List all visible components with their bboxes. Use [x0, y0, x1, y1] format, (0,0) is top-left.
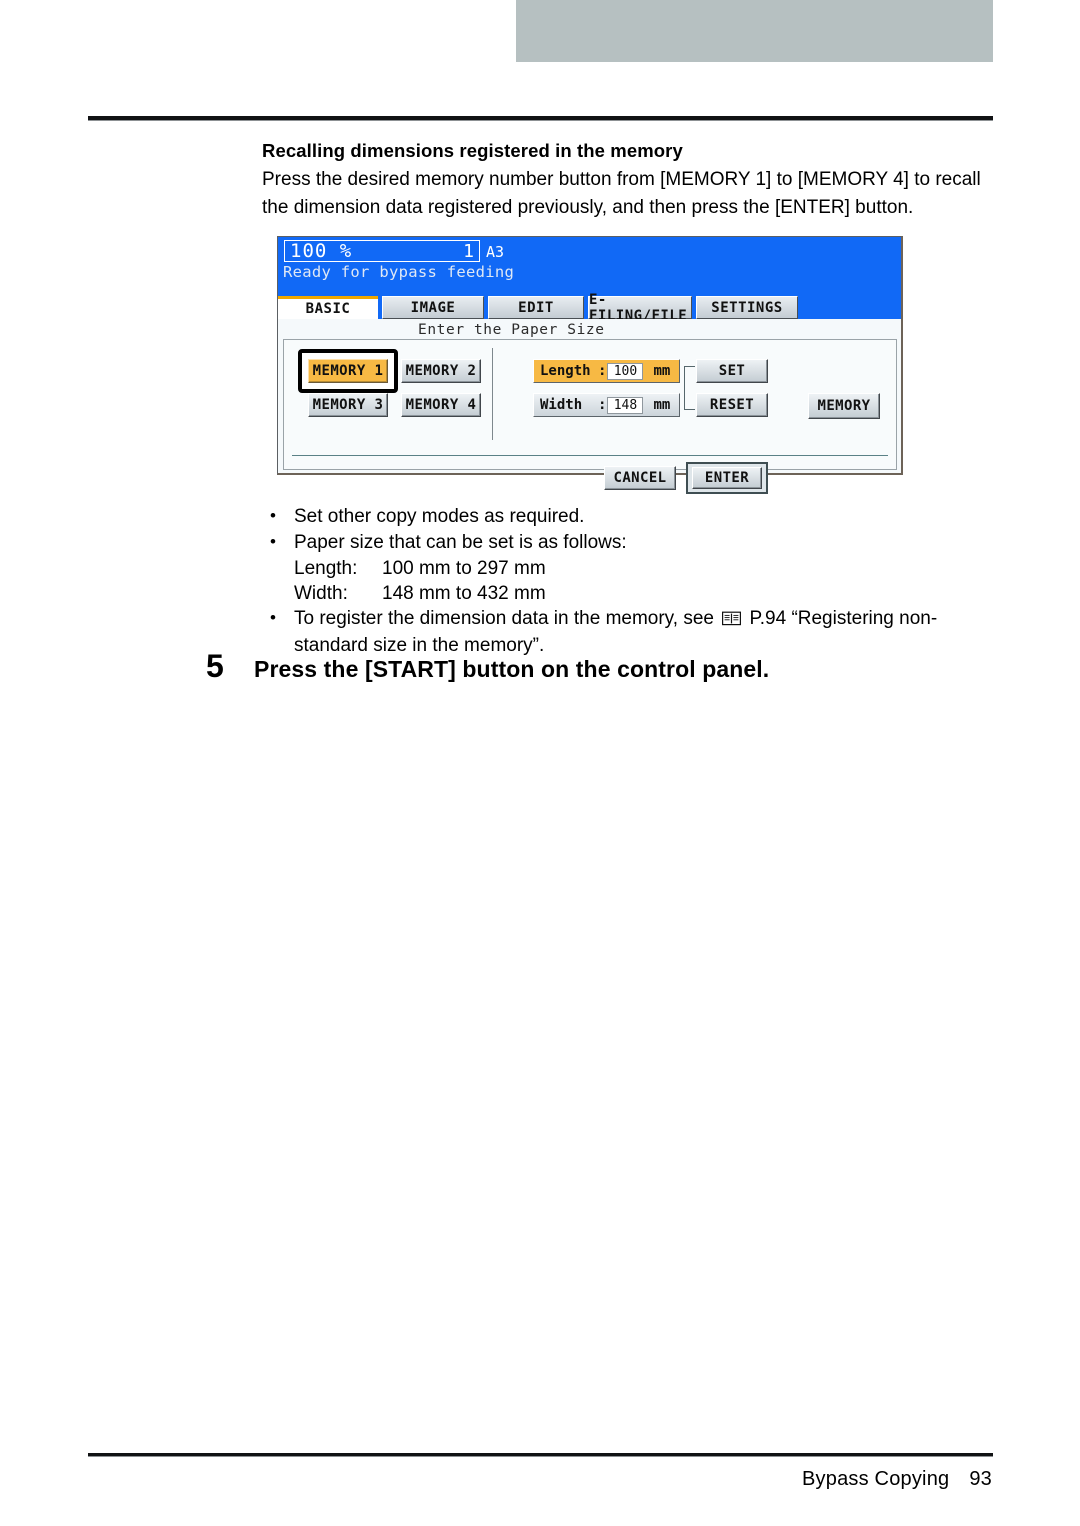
memory-1-button[interactable]: MEMORY 1	[308, 359, 388, 383]
width-colon: :	[598, 397, 607, 413]
length-value: 100	[607, 362, 644, 380]
tab-edit[interactable]: EDIT	[488, 296, 584, 319]
note-width-range-row: Width: 148 mm to 432 mm	[264, 581, 1004, 606]
step-5: 5 Press the [START] button on the contro…	[206, 648, 769, 685]
footer-section-label: Bypass Copying	[802, 1468, 950, 1490]
lcd-tab-bar: BASIC IMAGE EDIT E-FILING/FILE SETTINGS	[278, 292, 901, 324]
memory-2-button[interactable]: MEMORY 2	[401, 359, 481, 383]
note-cross-ref-before: To register the dimension data in the me…	[294, 608, 714, 629]
memory-store-button[interactable]: MEMORY	[808, 393, 880, 419]
paper-size-indicator: A3	[486, 243, 505, 261]
memory-4-button[interactable]: MEMORY 4	[401, 393, 481, 417]
length-label: Length	[540, 363, 591, 379]
step-instruction: Press the [START] button on the control …	[254, 656, 770, 682]
width-field[interactable]: Width : 148 mm	[533, 393, 680, 417]
copier-lcd-panel: 100 % 1 A3 Ready for bypass feeding BASI…	[277, 236, 903, 494]
zoom-and-copies-box: 100 % 1	[284, 240, 480, 262]
footer-divider	[88, 1453, 993, 1457]
lcd-status-header: 100 % 1 A3 Ready for bypass feeding	[278, 237, 901, 296]
copy-count-value: 1	[463, 240, 474, 262]
note-width-label: Width:	[294, 583, 348, 604]
width-label: Width	[540, 397, 583, 413]
zoom-ratio-value: 100 %	[290, 239, 353, 262]
length-field[interactable]: Length : 100 mm	[533, 359, 680, 383]
tab-settings[interactable]: SETTINGS	[696, 296, 798, 319]
dimension-bracket-connector	[684, 366, 695, 410]
width-value: 148	[607, 396, 644, 414]
status-message: Ready for bypass feeding	[283, 263, 515, 281]
note-item-2: Paper size that can be set is as follows…	[264, 529, 1004, 555]
enter-button-focus-frame[interactable]: ENTER	[686, 462, 768, 494]
notes-list: Set other copy modes as required. Paper …	[264, 503, 1004, 659]
enter-button[interactable]: ENTER	[692, 467, 762, 489]
tab-basic[interactable]: BASIC	[278, 296, 378, 319]
section-heading: Recalling dimensions registered in the m…	[262, 140, 683, 161]
width-unit: mm	[653, 397, 671, 413]
paper-size-dialog: MEMORY 1 MEMORY 2 MEMORY 3 MEMORY 4 Leng…	[283, 339, 897, 494]
open-book-icon	[722, 608, 742, 633]
page-footer: Bypass Copying 93	[802, 1468, 992, 1491]
paper-size-prompt: Enter the Paper Size	[418, 322, 605, 338]
note-length-label: Length:	[294, 558, 358, 579]
action-row-divider	[292, 455, 888, 456]
set-button[interactable]: SET	[696, 359, 768, 383]
header-divider	[88, 116, 993, 121]
length-unit: mm	[653, 363, 671, 379]
section-paragraph: Press the desired memory number button f…	[262, 169, 981, 218]
memory-3-button[interactable]: MEMORY 3	[308, 393, 388, 417]
tab-image[interactable]: IMAGE	[382, 296, 484, 319]
note-width-range: 148 mm to 432 mm	[382, 583, 546, 604]
note-length-range-row: Length: 100 mm to 297 mm	[264, 556, 1004, 581]
note-item-1: Set other copy modes as required.	[264, 503, 1004, 529]
tab-efiling-file[interactable]: E-FILING/FILE	[588, 292, 692, 324]
footer-page-number: 93	[969, 1468, 992, 1490]
step-number: 5	[206, 648, 224, 684]
lcd-content-area: Enter the Paper Size MEMORY 1 MEMORY 2 M…	[278, 319, 901, 494]
column-divider	[492, 348, 493, 440]
header-gray-block	[516, 0, 993, 62]
reset-button[interactable]: RESET	[696, 393, 768, 417]
cancel-button[interactable]: CANCEL	[604, 466, 676, 490]
note-length-range: 100 mm to 297 mm	[382, 558, 546, 579]
length-colon: :	[598, 363, 607, 379]
